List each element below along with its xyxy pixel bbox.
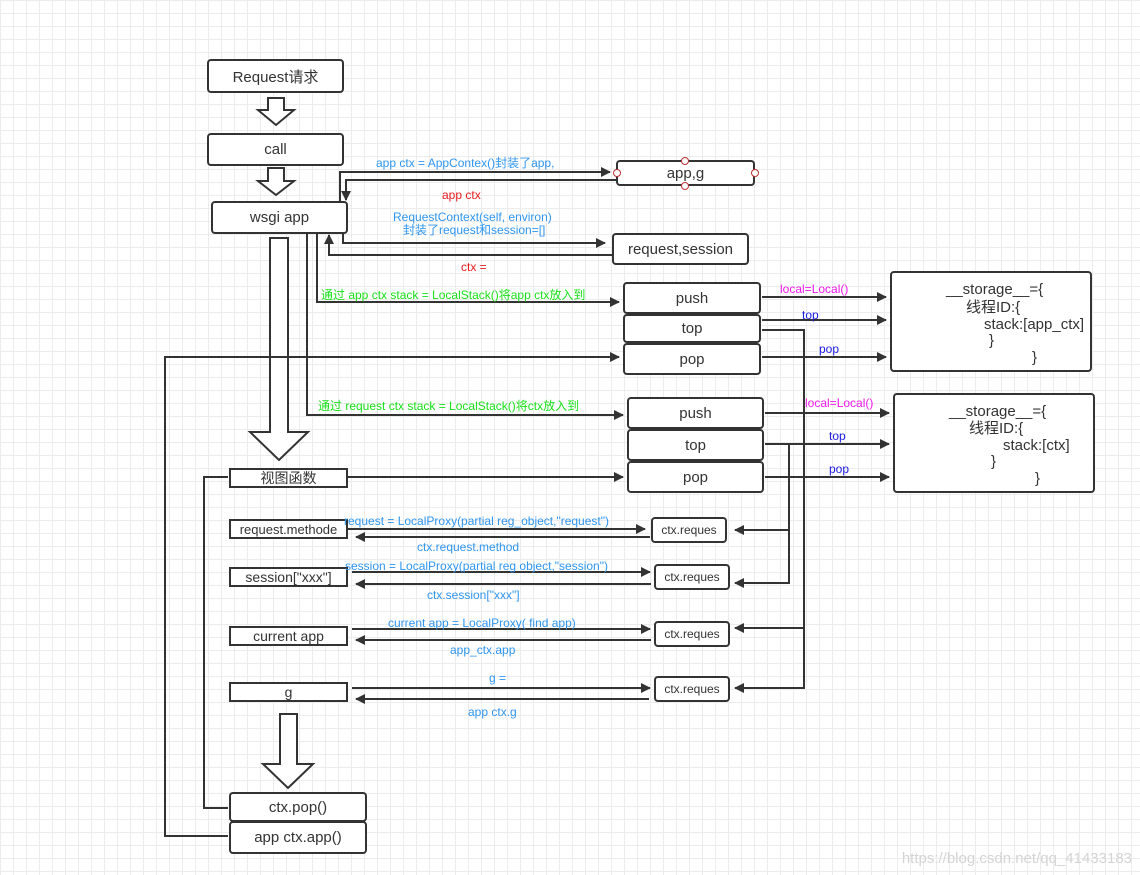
g-node[interactable]: g (229, 682, 348, 702)
request-node[interactable]: Request请求 (207, 59, 344, 93)
storage-app-node[interactable]: __storage__={ 线程ID:{ stack:[app_ctx] } } (890, 271, 1092, 372)
flow-arrow-wsgi-view (247, 237, 311, 462)
label-pop-2: pop (829, 462, 850, 476)
proxy-target-label: ctx.reques (661, 523, 717, 537)
app-stack-push-label: push (675, 289, 709, 307)
edge-apppop-loop (164, 352, 620, 837)
wsgi-app-label: wsgi app (249, 209, 310, 226)
storage-line: stack:[app_ctx] (984, 316, 1085, 333)
selection-handle[interactable] (751, 169, 759, 177)
label-app-stack-push: 通过 app ctx stack = LocalStack()将app ctx放… (321, 288, 586, 302)
app-ctx-app-node[interactable]: app ctx.app() (229, 821, 367, 854)
proxy-target-label: ctx.reques (664, 627, 720, 641)
storage-line: } (991, 453, 997, 470)
label-local-1: local=Local() (780, 282, 849, 296)
storage-line: __storage__={ (949, 403, 1047, 420)
view-function-node[interactable]: 视图函数 (229, 468, 348, 488)
label-proxy-request-ret: ctx.request.method (417, 540, 520, 554)
req-stack-push-label: push (679, 404, 712, 422)
storage-line: __storage__={ (946, 281, 1044, 298)
wsgi-app-node[interactable]: wsgi app (211, 201, 348, 234)
selection-handle[interactable] (681, 182, 689, 190)
flow-arrow-g-pop (260, 713, 316, 790)
current-app-node[interactable]: current app (229, 626, 348, 646)
session-label: session["xxx"] (245, 569, 332, 585)
edge-reqsession-to-wsgi (324, 234, 612, 256)
edge-req-top-to-session (734, 530, 790, 588)
req-stack-pop-label: pop (682, 468, 709, 486)
watermark: https://blog.csdn.net/qq_41433183 (901, 850, 1132, 867)
label-proxy-current-app-ret: app_ctx.app (450, 643, 516, 657)
req-stack-pop[interactable]: pop (627, 461, 764, 493)
flow-arrow-call-wsgi (255, 167, 297, 197)
proxy-target-request[interactable]: ctx.reques (651, 517, 727, 543)
app-stack-top[interactable]: top (623, 314, 761, 343)
proxy-target-current-app[interactable]: ctx.reques (654, 621, 730, 647)
request-method-node[interactable]: request.methode (229, 519, 348, 539)
proxy-target-label: ctx.reques (664, 570, 720, 584)
label-proxy-session-ret: ctx.session["xxx"] (427, 588, 520, 602)
ctx-pop-node[interactable]: ctx.pop() (229, 792, 367, 822)
storage-line: 线程ID:{ (966, 299, 1021, 316)
request-session-node[interactable]: request,session (612, 233, 749, 265)
req-stack-top[interactable]: top (627, 429, 764, 461)
req-stack-top-label: top (685, 436, 706, 454)
label-top-1: top (802, 308, 819, 322)
app-stack-push[interactable]: push (623, 282, 761, 314)
selection-handle[interactable] (613, 169, 621, 177)
label-proxy-request: request = LocalProxy(partial reg_object,… (344, 514, 609, 528)
label-top-2: top (829, 429, 846, 443)
storage-line: } (1032, 349, 1038, 366)
label-app-ctx-return: app ctx (442, 188, 481, 202)
app-stack-pop-label: pop (679, 350, 705, 368)
storage-line: stack:[ctx] (1003, 437, 1070, 454)
storage-line: } (1035, 470, 1041, 487)
selection-handle[interactable] (681, 157, 689, 165)
edge-appg-to-wsgi (341, 179, 616, 201)
label-request-context-1: RequestContext(self, environ) (393, 210, 552, 224)
proxy-target-label: ctx.reques (664, 682, 720, 696)
request-session-label: request,session (627, 240, 734, 258)
proxy-target-g[interactable]: ctx.reques (654, 676, 730, 702)
label-ctx-return: ctx = (461, 260, 487, 274)
flow-arrow-request-call (255, 97, 297, 127)
call-node-label: call (264, 141, 287, 158)
call-node[interactable]: call (207, 133, 344, 166)
current-app-label: current app (253, 628, 324, 644)
edge-ctxpop-loop (203, 476, 228, 809)
label-proxy-g-ret: app ctx.g (468, 705, 517, 719)
label-req-stack-push: 通过 request ctx stack = LocalStack()将ctx放… (318, 399, 580, 413)
app-ctx-app-label: app ctx.app() (254, 829, 342, 846)
proxy-target-session[interactable]: ctx.reques (654, 564, 730, 590)
app-g-label: app,g (666, 164, 705, 182)
request-method-label: request.methode (239, 521, 338, 537)
ctx-pop-label: ctx.pop() (268, 798, 328, 816)
storage-line: 线程ID:{ (969, 420, 1024, 437)
view-function-label: 视图函数 (260, 470, 317, 486)
app-stack-pop[interactable]: pop (623, 343, 761, 375)
label-proxy-session: session = LocalProxy(partial reg object,… (345, 559, 608, 573)
app-stack-top-label: top (681, 320, 703, 337)
session-node[interactable]: session["xxx"] (229, 567, 348, 587)
storage-req-node[interactable]: __storage__={ 线程ID:{ stack:[ctx] } } (893, 393, 1095, 493)
req-stack-push[interactable]: push (627, 397, 764, 429)
label-local-2: local=Local() (805, 396, 874, 410)
label-proxy-current-app: current app = LocalProxy( find app) (388, 616, 576, 630)
label-app-ctx-create: app ctx = AppContex()封装了app, (376, 156, 555, 170)
edge-app-top-to-g (734, 628, 805, 693)
label-proxy-g: g = (489, 671, 507, 685)
label-request-context-2: 封装了request和session=[] (403, 223, 546, 237)
request-node-label: Request请求 (232, 68, 319, 86)
storage-line: } (989, 332, 995, 349)
label-pop-1: pop (819, 342, 840, 356)
g-label: g (284, 684, 293, 700)
